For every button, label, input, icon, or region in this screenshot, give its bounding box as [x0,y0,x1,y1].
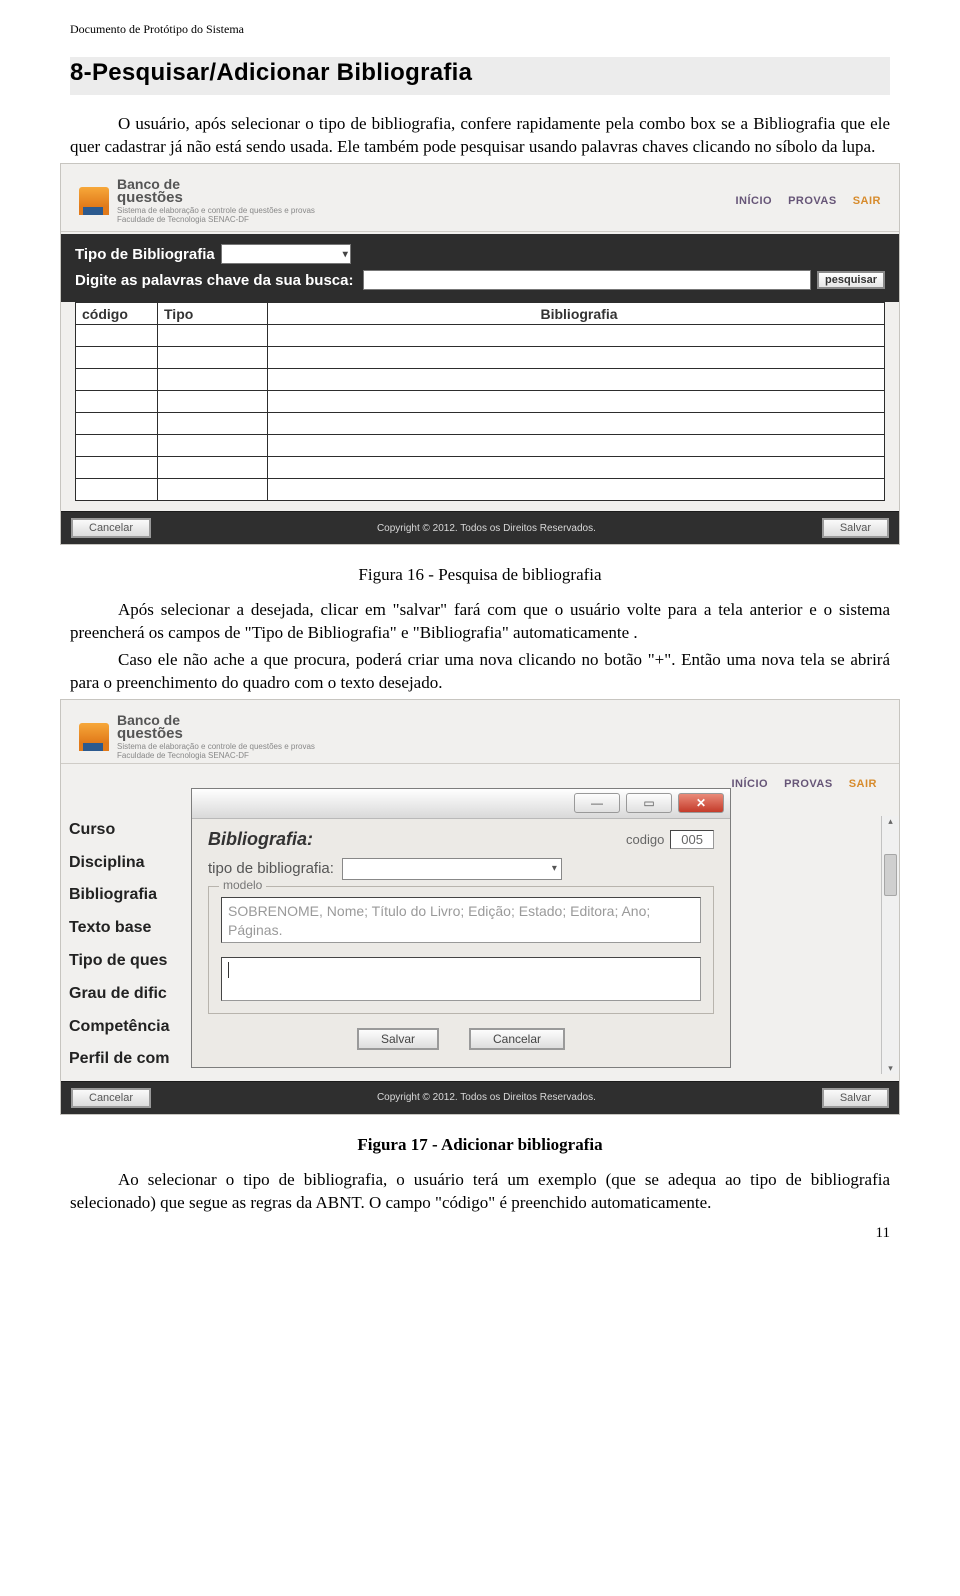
bibliography-text-input[interactable] [221,957,701,1001]
logo-line2: questões [117,727,315,741]
save-button[interactable]: Salvar [822,1088,889,1108]
paragraph-2: Após selecionar a desejada, clicar em "s… [70,599,890,645]
label-curso: Curso [69,814,169,847]
scrollbar-thumb[interactable] [884,854,897,896]
label-perfil-com: Perfil de com [69,1043,169,1076]
logo-text: Banco de questões [117,178,315,206]
screenshot-add-bibliography: Banco de questões Sistema de elaboração … [60,699,900,1115]
screenshot-search-bibliography: Banco de questões Sistema de elaboração … [60,163,900,545]
document-header: Documento de Protótipo do Sistema [70,22,890,37]
modelo-group: modelo SOBRENOME, Nome; Título do Livro;… [208,886,714,1014]
search-button[interactable]: pesquisar [817,271,885,289]
cancel-button[interactable]: Cancelar [71,1088,151,1108]
label-bibliografia: Bibliografia [69,879,169,912]
paragraph-1: O usuário, após selecionar o tipo de bib… [70,113,890,159]
tipo-select[interactable] [221,244,351,264]
figure-16-caption: Figura 16 - Pesquisa de bibliografia [70,565,890,585]
save-button[interactable]: Salvar [822,518,889,538]
section-title: 8-Pesquisar/Adicionar Bibliografia [70,57,890,95]
search-panel: Tipo de Bibliografia Digite as palavras … [61,234,899,302]
logo-subtitle: Sistema de elaboração e controle de ques… [117,743,315,761]
nav-inicio[interactable]: INÍCIO [735,195,772,207]
bibliography-dialog: — ▭ ✕ Bibliografia: codigo 005 tipo de b… [191,788,731,1068]
nav-inicio[interactable]: INÍCIO [731,778,768,790]
tipo-bibliografia-label: tipo de bibliografia: [208,860,334,877]
vertical-scrollbar[interactable] [881,816,899,1074]
nav-sair[interactable]: SAIR [853,195,881,207]
app-header-2: Banco de questões Sistema de elaboração … [61,700,899,763]
text-caret [228,962,229,978]
search-label: Digite as palavras chave da sua busca: [75,272,353,289]
app-logo-2: Banco de questões Sistema de elaboração … [79,714,315,761]
logo-sub2: Faculdade de Tecnologia SENAC-DF [117,216,315,225]
col-bibliografia: Bibliografia [268,303,885,325]
nav-sair[interactable]: SAIR [849,778,877,790]
minimize-button[interactable]: — [574,793,620,813]
divider [61,231,899,232]
app-footer-2: Cancelar Copyright © 2012. Todos os Dire… [61,1081,899,1114]
form-labels-behind: Curso Disciplina Bibliografia Texto base… [69,814,169,1109]
nav-provas[interactable]: PROVAS [788,195,837,207]
paragraph-4: Ao selecionar o tipo de bibliografia, o … [70,1169,890,1215]
tipo-bibliografia-select[interactable] [342,858,562,880]
modelo-group-label: modelo [219,878,266,892]
figure-17-caption: Figura 17 - Adicionar bibliografia [70,1135,890,1155]
dialog-titlebar: — ▭ ✕ [192,789,730,819]
cancel-button[interactable]: Cancelar [71,518,151,538]
top-nav-2: INÍCIO PROVAS SAIR [731,778,877,790]
col-codigo: código [76,303,158,325]
dialog-body: Bibliografia: codigo 005 tipo de bibliog… [192,819,730,1060]
copyright: Copyright © 2012. Todos os Direitos Rese… [151,523,822,534]
close-button[interactable]: ✕ [678,793,724,813]
app-footer: Cancelar Copyright © 2012. Todos os Dire… [61,511,899,544]
copyright: Copyright © 2012. Todos os Direitos Rese… [151,1092,822,1103]
results-table: código Tipo Bibliografia [75,302,885,501]
label-disciplina: Disciplina [69,847,169,880]
logo-subtitle: Sistema de elaboração e controle de ques… [117,207,315,225]
dialog-title: Bibliografia: [208,829,313,850]
maximize-button[interactable]: ▭ [626,793,672,813]
label-competencia: Competência [69,1011,169,1044]
logo-sub2: Faculdade de Tecnologia SENAC-DF [117,752,315,761]
label-grau-dific: Grau de dific [69,978,169,1011]
nav-provas[interactable]: PROVAS [784,778,833,790]
app-header: Banco de questões Sistema de elaboração … [61,164,899,231]
tipo-label: Tipo de Bibliografia [75,246,215,263]
dialog-cancel-button[interactable]: Cancelar [469,1028,565,1050]
logo-icon [79,723,109,751]
logo-text: Banco de questões [117,714,315,742]
codigo-label: codigo [626,832,664,847]
label-tipo-questao: Tipo de ques [69,945,169,978]
modelo-example-text: SOBRENOME, Nome; Título do Livro; Edição… [221,897,701,943]
col-tipo: Tipo [158,303,268,325]
divider [61,763,899,764]
label-texto-base: Texto base [69,912,169,945]
page-number: 11 [70,1225,890,1242]
paragraph-3: Caso ele não ache a que procura, poderá … [70,649,890,695]
dialog-save-button[interactable]: Salvar [357,1028,439,1050]
app-logo: Banco de questões Sistema de elaboração … [79,178,315,225]
logo-line2: questões [117,191,315,205]
logo-icon [79,187,109,215]
top-nav: INÍCIO PROVAS SAIR [735,195,881,207]
codigo-value: 005 [670,830,714,849]
search-input[interactable] [363,270,811,290]
